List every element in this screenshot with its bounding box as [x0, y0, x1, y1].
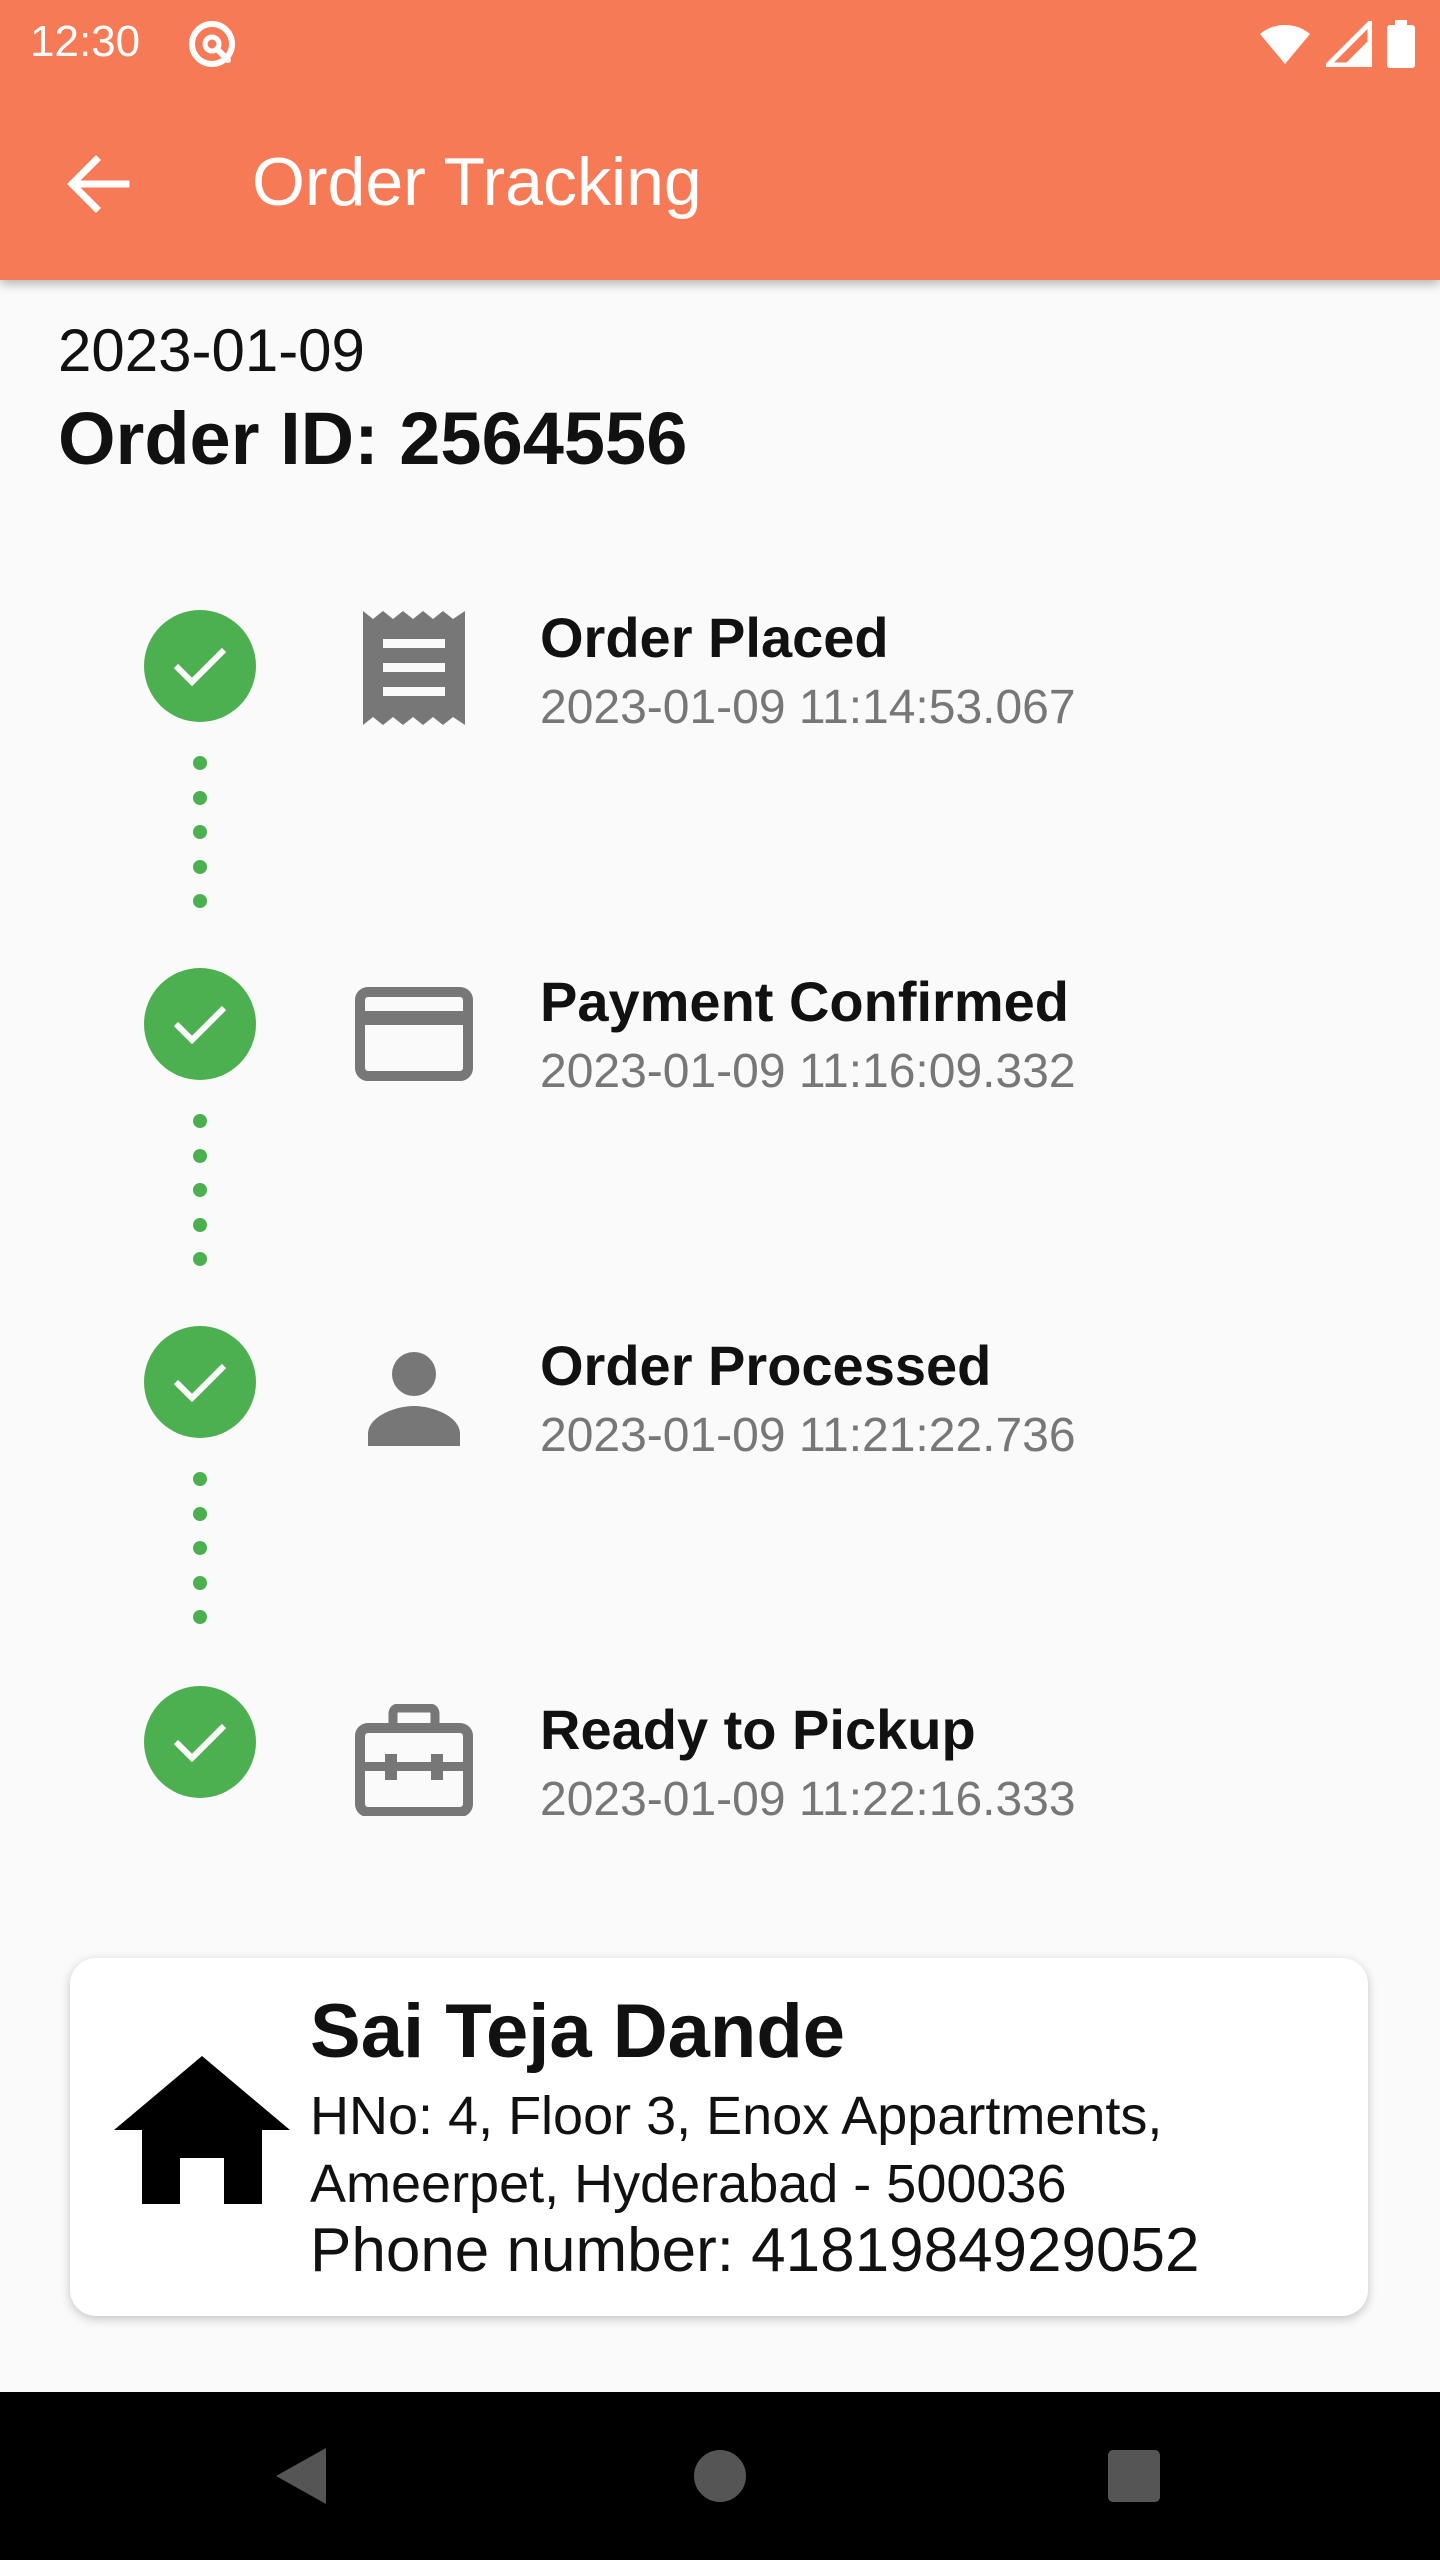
address-lines: HNo: 4, Floor 3, Enox Appartments, Ameer…	[310, 2082, 1162, 2218]
step-time: 2023-01-09 11:16:09.332	[540, 1045, 1076, 1098]
home-icon	[114, 2056, 290, 2204]
order-tracking-screen: 12:30 Order Tracking 2023-01-09 Order ID…	[0, 0, 1440, 2560]
app-bar: 12:30 Order Tracking	[0, 0, 1440, 280]
page-title: Order Tracking	[252, 144, 702, 220]
order-id: Order ID: 2564556	[58, 397, 688, 480]
check-icon	[173, 647, 227, 687]
receipt-icon	[344, 598, 484, 738]
back-button[interactable]	[50, 136, 146, 232]
customer-name: Sai Teja Dande	[310, 1989, 846, 2074]
nav-recents-button[interactable]	[1090, 2432, 1178, 2520]
step-title: Order Processed	[540, 1334, 992, 1397]
order-date: 2023-01-09	[58, 317, 365, 384]
timeline-connector	[193, 756, 207, 908]
credit-card-icon	[344, 964, 484, 1104]
step-time: 2023-01-09 11:14:53.067	[540, 681, 1076, 734]
step-status-check	[144, 1686, 256, 1798]
back-triangle-icon	[276, 2448, 326, 2504]
status-time: 12:30	[30, 17, 141, 66]
check-icon	[173, 1723, 227, 1763]
check-icon	[173, 1363, 227, 1403]
signal-icon	[1326, 21, 1372, 67]
home-circle-icon	[694, 2450, 746, 2502]
briefcase-icon	[344, 1690, 484, 1830]
battery-icon	[1387, 20, 1415, 68]
phone-number: Phone number: 4181984929052	[310, 2216, 1200, 2285]
notification-app-icon	[189, 21, 235, 67]
address-line-2: Ameerpet, Hyderabad - 500036	[310, 2154, 1067, 2214]
step-status-check	[144, 968, 256, 1080]
nav-back-button[interactable]	[256, 2432, 344, 2520]
person-icon	[344, 1328, 484, 1468]
check-icon	[173, 1005, 227, 1045]
status-icons	[1258, 16, 1416, 72]
nav-home-button[interactable]	[676, 2432, 764, 2520]
step-status-check	[144, 610, 256, 722]
address-line-1: HNo: 4, Floor 3, Enox Appartments,	[310, 2086, 1163, 2146]
step-title: Order Placed	[540, 606, 889, 669]
system-nav-bar	[0, 2392, 1440, 2560]
timeline-connector	[193, 1472, 207, 1624]
address-card: Sai Teja Dande HNo: 4, Floor 3, Enox App…	[70, 1958, 1368, 2316]
step-time: 2023-01-09 11:22:16.333	[540, 1773, 1076, 1826]
arrow-back-icon	[67, 155, 130, 213]
step-title: Ready to Pickup	[540, 1698, 976, 1761]
step-time: 2023-01-09 11:21:22.736	[540, 1409, 1076, 1462]
timeline-connector	[193, 1114, 207, 1266]
step-title: Payment Confirmed	[540, 970, 1069, 1033]
recents-square-icon	[1108, 2450, 1160, 2502]
wifi-icon	[1260, 25, 1310, 64]
step-status-check	[144, 1326, 256, 1438]
